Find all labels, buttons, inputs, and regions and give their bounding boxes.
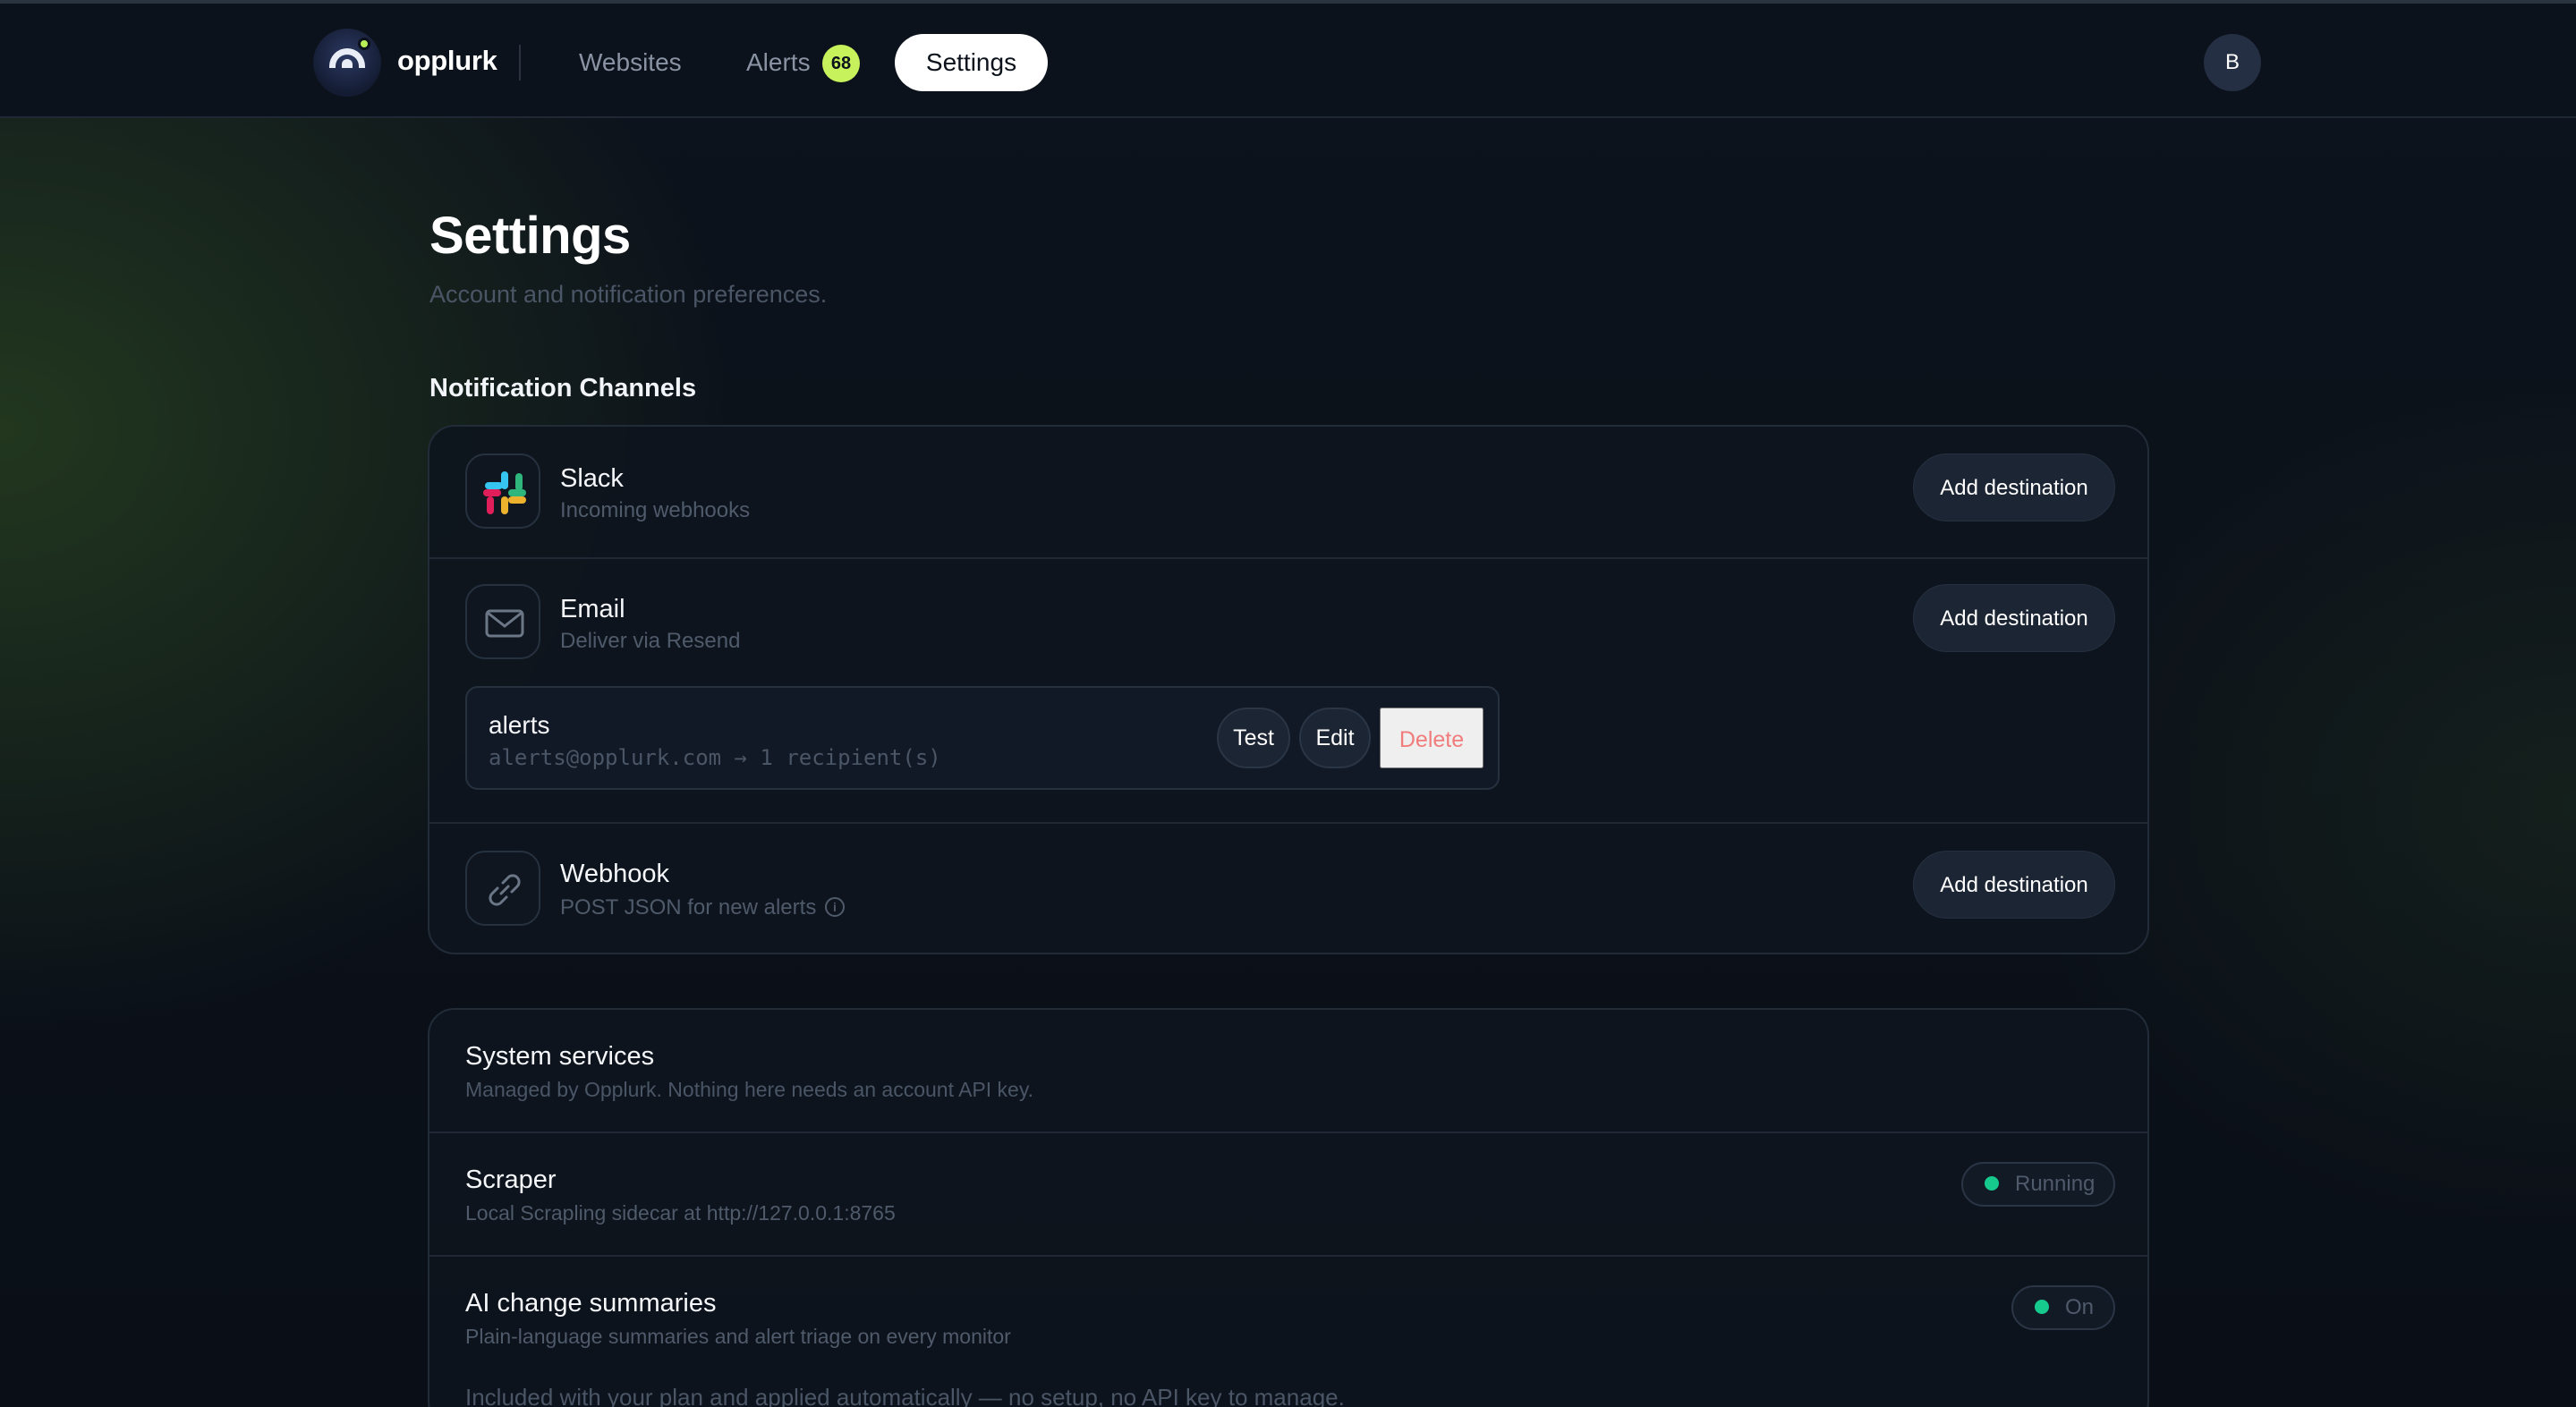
row-divider bbox=[429, 822, 2147, 824]
top-nav: opplurk Websites Alerts 68 Settings B bbox=[0, 4, 2576, 118]
brand-name[interactable]: opplurk bbox=[397, 45, 497, 77]
service-name-scraper: Scraper bbox=[465, 1165, 557, 1194]
scraper-status-label: Running bbox=[2015, 1172, 2096, 1196]
nav-websites[interactable]: Websites bbox=[579, 48, 682, 77]
system-services-title: System services bbox=[465, 1042, 655, 1071]
email-destination-item: alerts alerts@opplurk.com → 1 recipient(… bbox=[465, 686, 1500, 790]
nav-settings[interactable]: Settings bbox=[895, 34, 1048, 91]
ai-summaries-status-label: On bbox=[2065, 1295, 2095, 1319]
channel-name-email: Email bbox=[560, 595, 625, 623]
channel-desc-slack: Incoming webhooks bbox=[560, 498, 751, 522]
mail-icon bbox=[465, 584, 540, 659]
channel-desc-webhook: POST JSON for new alerts bbox=[560, 895, 817, 920]
email-add-destination-button[interactable]: Add destination bbox=[1913, 584, 2115, 652]
user-avatar[interactable]: B bbox=[2204, 34, 2261, 91]
destination-delete-button[interactable]: Delete bbox=[1380, 708, 1484, 768]
page-subtitle: Account and notification preferences. bbox=[429, 281, 828, 308]
alerts-count-badge[interactable]: 68 bbox=[822, 45, 860, 82]
service-desc-ai-summaries: Plain-language summaries and alert triag… bbox=[465, 1325, 1011, 1348]
status-dot-icon bbox=[2035, 1300, 2049, 1314]
service-name-ai-summaries: AI change summaries bbox=[465, 1289, 717, 1318]
opplurk-logo-icon[interactable] bbox=[313, 29, 381, 97]
channel-desc-email: Deliver via Resend bbox=[560, 629, 741, 653]
nav-divider bbox=[519, 45, 521, 81]
system-services-card: System services Managed by Opplurk. Noth… bbox=[428, 1008, 2149, 1407]
link-icon bbox=[465, 851, 540, 926]
webhook-add-destination-button[interactable]: Add destination bbox=[1913, 851, 2115, 919]
destination-name: alerts bbox=[489, 711, 550, 739]
row-divider bbox=[429, 1255, 2147, 1257]
slack-icon bbox=[465, 453, 540, 529]
page-title: Settings bbox=[429, 207, 631, 265]
channel-name-slack: Slack bbox=[560, 464, 624, 493]
slack-add-destination-button[interactable]: Add destination bbox=[1913, 453, 2115, 521]
status-dot-icon bbox=[1985, 1176, 1999, 1191]
notification-channels-card: Slack Incoming webhooks Add destination … bbox=[428, 425, 2149, 954]
ai-summaries-note: Included with your plan and applied auto… bbox=[465, 1384, 1345, 1407]
service-desc-scraper: Local Scrapling sidecar at http://127.0.… bbox=[465, 1201, 896, 1225]
destination-edit-button[interactable]: Edit bbox=[1299, 708, 1371, 768]
system-services-description: Managed by Opplurk. Nothing here needs a… bbox=[465, 1078, 1034, 1101]
channel-name-webhook: Webhook bbox=[560, 860, 669, 888]
row-divider bbox=[429, 557, 2147, 559]
row-divider bbox=[429, 1132, 2147, 1133]
destination-meta: alerts@opplurk.com → 1 recipient(s) bbox=[489, 745, 941, 770]
scraper-status-badge: Running bbox=[1961, 1162, 2115, 1207]
ai-summaries-status-badge: On bbox=[2011, 1285, 2115, 1330]
nav-alerts[interactable]: Alerts bbox=[746, 48, 811, 77]
notification-channels-heading: Notification Channels bbox=[429, 374, 697, 403]
info-icon[interactable]: i bbox=[825, 897, 845, 917]
destination-test-button[interactable]: Test bbox=[1217, 708, 1290, 768]
